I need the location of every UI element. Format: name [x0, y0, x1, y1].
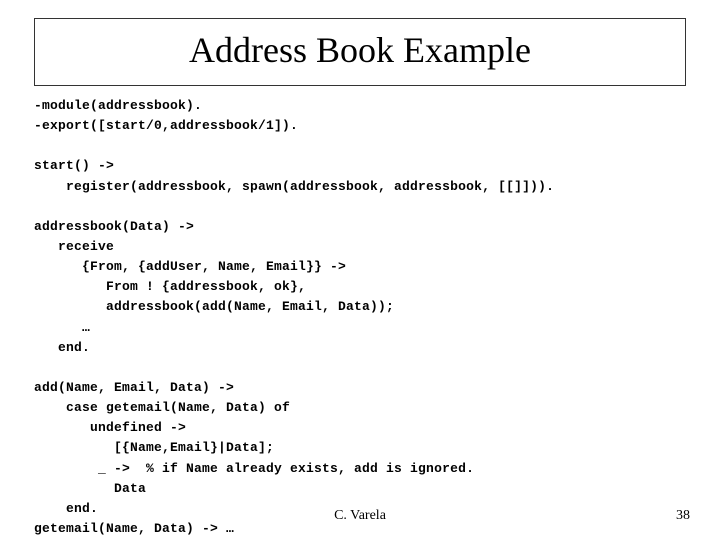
code-line: register(addressbook, spawn(addressbook,…	[34, 179, 554, 194]
code-line: {From, {addUser, Name, Email}} ->	[34, 259, 346, 274]
footer-page-number: 38	[676, 508, 690, 524]
code-line: end.	[34, 340, 90, 355]
code-line: _ -> % if Name already exists, add is ig…	[34, 461, 474, 476]
code-block: -module(addressbook). -export([start/0,a…	[34, 96, 686, 539]
slide-title: Address Book Example	[55, 29, 665, 71]
code-line: undefined ->	[34, 420, 186, 435]
code-line: case getemail(Name, Data) of	[34, 400, 290, 415]
footer-author: C. Varela	[0, 508, 720, 524]
code-line: -module(addressbook).	[34, 98, 202, 113]
code-line: From ! {addressbook, ok},	[34, 279, 306, 294]
code-line: start() ->	[34, 158, 114, 173]
code-line: addressbook(add(Name, Email, Data));	[34, 299, 394, 314]
code-line: …	[34, 320, 90, 335]
code-line: addressbook(Data) ->	[34, 219, 194, 234]
code-line: -export([start/0,addressbook/1]).	[34, 118, 298, 133]
slide: Address Book Example -module(addressbook…	[0, 0, 720, 540]
title-box: Address Book Example	[34, 18, 686, 86]
code-line: receive	[34, 239, 114, 254]
code-line: [{Name,Email}|Data];	[34, 440, 274, 455]
code-line: Data	[34, 481, 146, 496]
code-line: add(Name, Email, Data) ->	[34, 380, 234, 395]
